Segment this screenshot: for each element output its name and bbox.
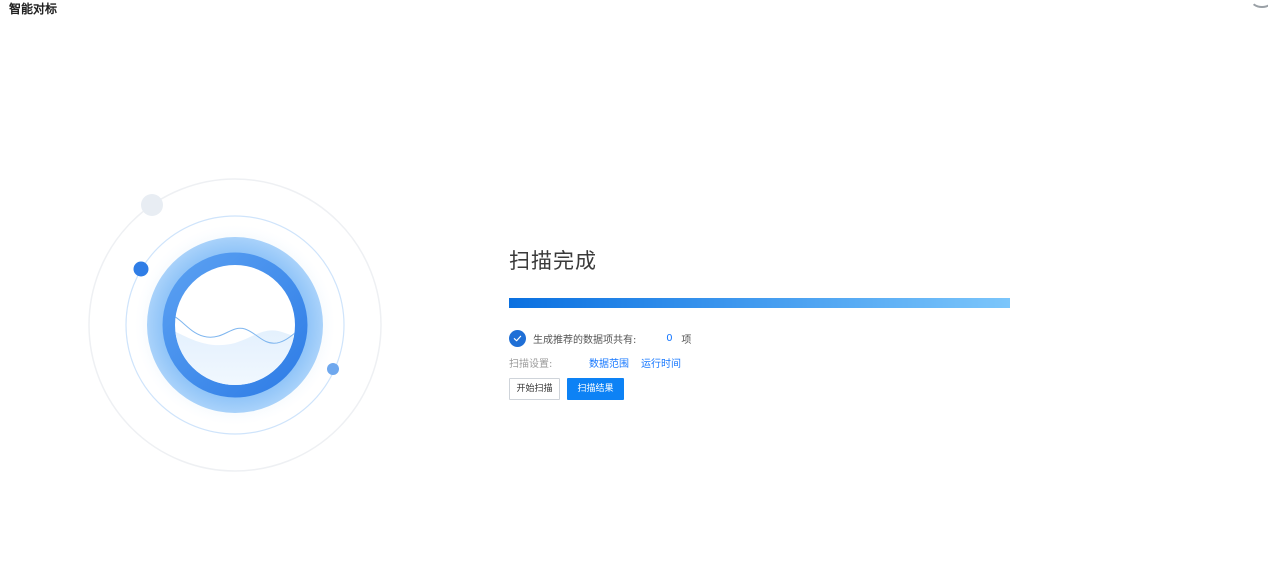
page-title: 智能对标 — [9, 2, 58, 16]
scan-illustration — [85, 175, 385, 475]
recommended-count: 0 — [666, 332, 673, 344]
scan-settings-label: 扫描设置: — [509, 358, 553, 370]
satellite-dot-gray — [141, 194, 163, 216]
scan-radar-illustration — [88, 178, 382, 472]
data-range-link[interactable]: 数据范围 — [589, 355, 629, 370]
satellite-dot-light — [327, 363, 339, 375]
scan-status-title: 扫描完成 — [509, 249, 597, 273]
run-time-link[interactable]: 运行时间 — [641, 355, 681, 370]
smart-benchmark-page: 智能对标 扫描完成 生成推荐的数据项共有: 0 项 扫描设置: 数据范围 运行时… — [0, 0, 1268, 572]
corner-decoration — [1250, 0, 1268, 8]
scan-progress-bar — [509, 298, 1010, 308]
scan-results-button[interactable]: 扫描结果 — [567, 378, 624, 400]
summary-unit: 项 — [681, 334, 692, 346]
scan-result-panel: 扫描完成 生成推荐的数据项共有: 0 项 扫描设置: 数据范围 运行时间 开始扫… — [509, 245, 1011, 400]
scan-settings-row: 扫描设置: 数据范围 运行时间 — [509, 355, 1011, 370]
summary-row: 生成推荐的数据项共有: 0 项 — [509, 329, 1011, 347]
start-scan-button[interactable]: 开始扫描 — [509, 378, 560, 400]
check-icon — [509, 329, 526, 347]
action-buttons: 开始扫描 扫描结果 — [509, 378, 1011, 400]
summary-label: 生成推荐的数据项共有: — [533, 334, 637, 346]
scan-progress-fill — [509, 298, 1010, 308]
satellite-dot-blue — [133, 261, 149, 277]
